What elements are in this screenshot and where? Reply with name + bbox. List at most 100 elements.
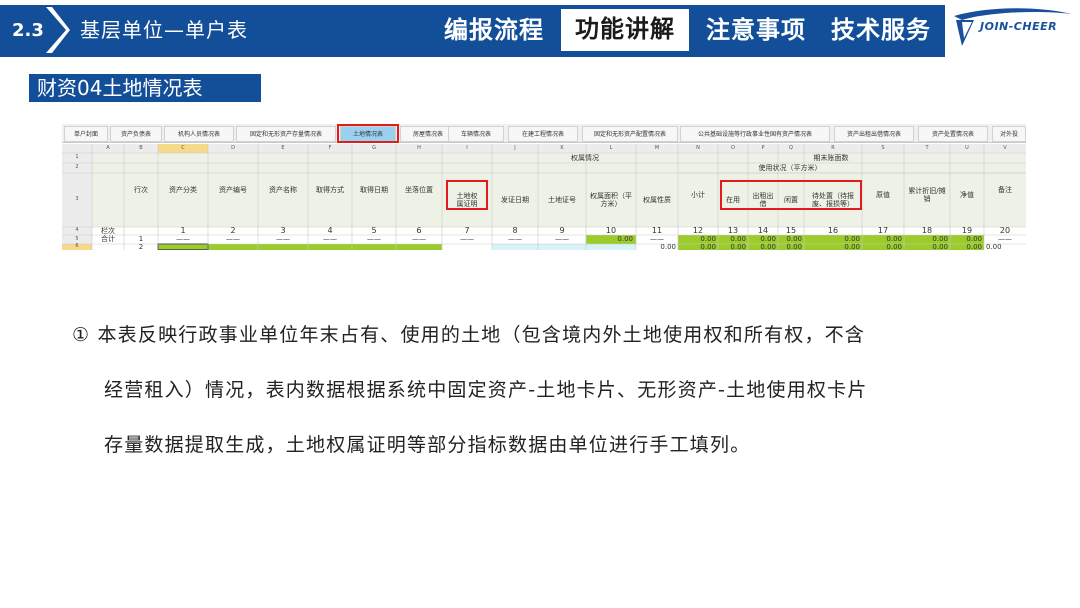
col-letter: N (696, 144, 700, 151)
highlight-cert (446, 180, 488, 210)
col-number: 19 (961, 226, 973, 236)
total-dash: —— (460, 235, 474, 244)
highlight-usage (720, 180, 862, 210)
tab-balance-sheet[interactable]: 资产负债表 (110, 126, 162, 142)
tab-asset-config[interactable]: 固定和无形资产配置情况表 (582, 126, 678, 142)
group-header-ownership: 权属情况 (571, 153, 599, 162)
section-badge: 2.3 (0, 5, 70, 55)
col-letter: G (372, 144, 376, 151)
header-area: 权属面积（平方米） (590, 191, 632, 208)
col-number: 3 (280, 226, 286, 236)
col-number: 9 (559, 226, 565, 236)
description-line-3: 存量数据提取生成，土地权属证明等部分指标数据由单位进行手工填列。 (104, 434, 751, 456)
col-number: 11 (651, 226, 663, 236)
total-dash: —— (276, 235, 290, 244)
col-number: 16 (827, 226, 839, 236)
data-lend[interactable]: 0.00 (748, 243, 778, 250)
data-extra[interactable]: 0.00 (984, 243, 1026, 250)
data-seq: 2 (138, 242, 144, 250)
col-letter: O (731, 144, 735, 151)
highlight-tab-land (337, 124, 399, 143)
col-letter: M (654, 144, 660, 151)
col-letter: V (1003, 144, 1007, 151)
col-number: 12 (692, 226, 704, 236)
col-letter: J (514, 144, 516, 151)
col-number: 6 (416, 226, 422, 236)
tab-cover[interactable]: 单户封面 (64, 126, 108, 142)
col-letter: C (181, 144, 185, 151)
col-letter: E (281, 144, 285, 151)
col-number: 17 (877, 226, 889, 236)
tab-lease[interactable]: 资产出租出借情况表 (834, 126, 914, 142)
data-depreciation[interactable]: 0.00 (904, 243, 950, 250)
section-number: 2.3 (12, 20, 44, 41)
group-header-usage: 使用状况（平方米） (758, 163, 822, 172)
company-logo: JOIN-CHEER (948, 6, 1076, 52)
row-label-total: 合计 (101, 235, 115, 244)
tab-staff[interactable]: 机构人员情况表 (164, 126, 234, 142)
col-letter: B (139, 144, 143, 151)
header-net: 净值 (960, 190, 974, 199)
col-letter: R (831, 144, 835, 151)
col-letter: I (466, 144, 468, 151)
row-number: 3 (75, 196, 79, 203)
data-original[interactable]: 0.00 (862, 243, 904, 250)
header-remark: 备注 (998, 185, 1012, 194)
section-title: 基层单位—单户表 (80, 18, 248, 42)
col-number: 2 (230, 226, 236, 236)
description-line-1: ① 本表反映行政事业单位年末占有、使用的土地（包含境内外土地使用权和所有权，不含 (72, 324, 866, 346)
logo-text: JOIN-CHEER (980, 20, 1058, 33)
row-label-col: 栏次 (101, 226, 115, 235)
total-dash: —— (508, 235, 522, 244)
header-underline (0, 55, 945, 57)
header-issue-date: 发证日期 (501, 195, 529, 204)
row-number: 6 (75, 243, 79, 250)
nav-features[interactable]: 功能讲解 (561, 9, 689, 51)
total-dash: —— (412, 235, 426, 244)
sheet-grid: A B C D E F G H I J K L M N O P Q R S T … (62, 144, 1026, 250)
col-letter: U (965, 144, 969, 151)
col-number: 4 (327, 226, 333, 236)
header-bar: 2.3 基层单位—单户表 编报流程 功能讲解 注意事项 技术服务 JOIN-CH… (0, 0, 1080, 60)
tab-fixed-assets[interactable]: 固定和无形资产存量情况表 (236, 126, 336, 142)
col-letter: T (925, 144, 929, 151)
data-subtotal[interactable]: 0.00 (678, 243, 718, 250)
col-letter: D (231, 144, 235, 151)
total-dash: —— (555, 235, 569, 244)
tab-disposal[interactable]: 资产处置情况表 (918, 126, 988, 142)
col-number: 18 (921, 226, 933, 236)
header-location: 坐落位置 (405, 185, 433, 194)
group-header-year-end: 期末账面数 (813, 153, 849, 162)
tab-vehicles[interactable]: 车辆情况表 (448, 126, 504, 142)
nav-tech-support[interactable]: 技术服务 (822, 10, 940, 50)
col-letter: Q (789, 144, 793, 151)
total-area[interactable]: 0.00 (586, 235, 636, 244)
header-acquire-method: 取得方式 (316, 185, 344, 194)
tab-infrastructure[interactable]: 公共基础设施等行政事业性国有资产情况表 (680, 126, 830, 142)
header-code: 资产编号 (219, 185, 247, 194)
data-area[interactable]: 0.00 (636, 243, 678, 250)
header-nature: 权属性质 (643, 195, 671, 204)
row-number: 4 (75, 227, 79, 234)
data-idle[interactable]: 0.00 (778, 243, 804, 250)
col-number: 13 (727, 226, 739, 236)
col-letter: P (761, 144, 765, 151)
sheet-tabs: 单户封面 资产负债表 机构人员情况表 固定和无形资产存量情况表 土地情况表 房屋… (62, 124, 1026, 143)
col-letter: S (881, 144, 885, 151)
header-category: 资产分类 (169, 185, 197, 194)
description-line-2: 经营租入）情况，表内数据根据系统中固定资产-土地卡片、无形资产-土地使用权卡片 (104, 379, 868, 401)
data-net[interactable]: 0.00 (950, 243, 984, 250)
tab-investment[interactable]: 对外投 (992, 126, 1026, 142)
data-in-use[interactable]: 0.00 (718, 243, 748, 250)
nav-notes[interactable]: 注意事项 (694, 10, 818, 50)
total-dash: —— (323, 235, 337, 244)
sub-title: 财资04土地情况表 (29, 74, 261, 102)
header-subtotal: 小计 (691, 190, 705, 199)
header-depreciation: 累计折旧/摊销 (908, 186, 946, 203)
header-cert-no: 土地证号 (548, 195, 576, 204)
data-pending[interactable]: 0.00 (804, 243, 862, 250)
tab-construction[interactable]: 在建工程情况表 (508, 126, 578, 142)
nav-process[interactable]: 编报流程 (432, 10, 556, 50)
col-number: 10 (605, 226, 617, 236)
header-name: 资产名称 (269, 185, 297, 194)
